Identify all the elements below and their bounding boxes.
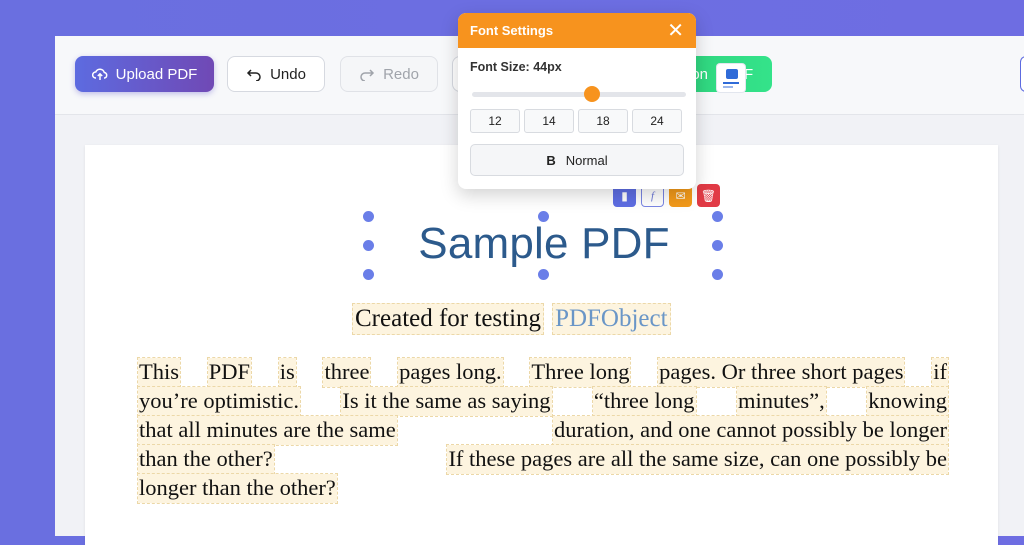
text-chunk[interactable]: is <box>277 357 297 388</box>
font-weight-toggle[interactable]: B Normal <box>470 144 684 176</box>
font-size-slider[interactable] <box>472 86 686 102</box>
resize-handle-right[interactable] <box>712 240 723 251</box>
redo-icon <box>360 69 375 81</box>
undo-label: Undo <box>270 65 306 83</box>
resize-handle-left[interactable] <box>363 240 374 251</box>
redo-label: Redo <box>383 65 419 83</box>
resize-handle-bottom-left[interactable] <box>363 269 374 280</box>
text-chunk[interactable]: “three long <box>591 386 697 417</box>
font-size-label: Font Size: 44px <box>470 60 562 74</box>
text-chunk[interactable]: if <box>931 357 949 388</box>
text-chunk[interactable]: pages. Or three short pages <box>657 357 906 388</box>
resize-handle-bottom[interactable] <box>538 269 549 280</box>
font-icon: f <box>650 189 655 202</box>
text-chunk[interactable]: Created for testing <box>352 303 545 335</box>
resize-handle-top[interactable] <box>538 211 549 222</box>
text-chunk-link[interactable]: PDFObject <box>552 303 671 335</box>
trash-icon: 🗑 <box>700 188 717 203</box>
color-swatch-icon: ▮ <box>621 188 628 203</box>
document-badge-icon <box>717 64 745 92</box>
text-chunk[interactable]: that all minutes are the same <box>137 415 398 446</box>
resize-handle-bottom-right[interactable] <box>712 269 723 280</box>
text-chunk[interactable]: PDF <box>206 357 253 388</box>
offscreen-button[interactable] <box>1020 56 1024 92</box>
paragraph-line: longer than the other? <box>137 473 948 504</box>
paragraph-line: that all minutes are the same duration, … <box>137 415 950 446</box>
close-icon[interactable]: ✕ <box>667 21 684 41</box>
paragraph-line: This PDF is three pages long. Three long… <box>136 357 949 388</box>
text-chunk[interactable]: knowing <box>866 386 949 417</box>
text-chunk[interactable]: pages long. <box>397 357 504 388</box>
paragraph-line: than the other? If these pages are all t… <box>137 444 949 475</box>
text-chunk[interactable]: Three long <box>529 357 632 388</box>
bold-icon: B <box>546 152 556 168</box>
upload-pdf-button[interactable]: Upload PDF <box>75 56 214 92</box>
resize-handle-top-right[interactable] <box>712 211 723 222</box>
text-chunk[interactable]: longer than the other? <box>137 473 338 504</box>
text-chunk[interactable]: three <box>322 357 372 388</box>
popup-header: Font Settings ✕ <box>458 13 696 48</box>
text-chunk[interactable]: Is it the same as saying <box>340 386 553 417</box>
size-presets: 12 14 18 24 <box>470 109 682 133</box>
subtitle-row: Created for testing PDFObject <box>352 303 671 335</box>
popup-title: Font Settings <box>470 23 554 38</box>
font-settings-popup: Font Settings ✕ Font Size: 44px 12 14 18… <box>458 13 696 189</box>
export-label-end: F <box>744 65 754 83</box>
resize-handle-top-left[interactable] <box>363 211 374 222</box>
text-chunk[interactable]: than the other? <box>137 444 275 475</box>
upload-pdf-label: Upload PDF <box>115 65 198 83</box>
slider-thumb[interactable] <box>583 86 600 102</box>
text-chunk[interactable]: This <box>136 357 182 388</box>
font-weight-label: Normal <box>565 152 608 168</box>
text-chunk[interactable]: you’re optimistic. <box>137 386 301 417</box>
undo-button[interactable]: Undo <box>227 56 325 92</box>
text-chunk[interactable]: minutes”, <box>735 386 827 417</box>
size-preset-button[interactable]: 18 <box>578 109 628 133</box>
cloud-upload-icon <box>91 68 108 80</box>
envelope-icon: ✉ <box>675 188 686 203</box>
size-preset-button[interactable]: 14 <box>524 109 574 133</box>
size-preset-button[interactable]: 12 <box>470 109 520 133</box>
undo-icon <box>247 69 261 81</box>
redo-button[interactable]: Redo <box>340 56 438 92</box>
paragraph: This PDF is three pages long. Three long… <box>136 357 950 504</box>
paragraph-line: you’re optimistic. Is it the same as say… <box>137 386 949 417</box>
text-chunk[interactable]: duration, and one cannot possibly be lon… <box>551 415 950 446</box>
size-preset-button[interactable]: 24 <box>632 109 682 133</box>
delete-button[interactable]: 🗑 <box>697 184 720 207</box>
text-chunk[interactable]: If these pages are all the same size, ca… <box>446 444 949 475</box>
